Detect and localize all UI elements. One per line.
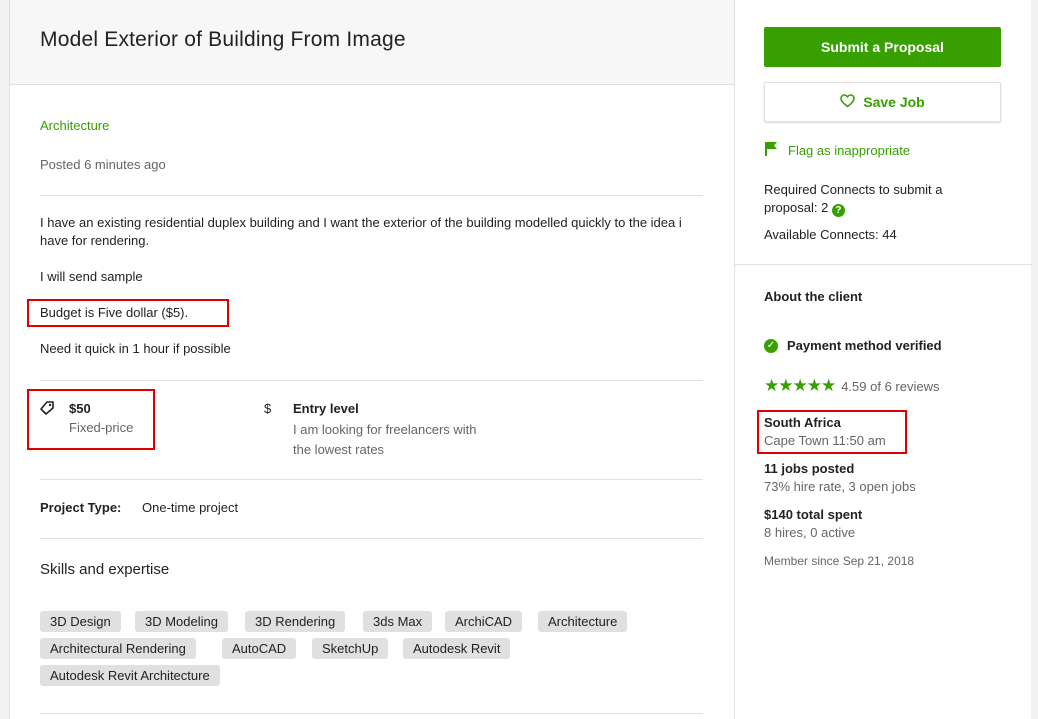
connects-required-text: Required Connects to submit a proposal: …	[764, 182, 943, 215]
heart-icon	[840, 93, 856, 111]
connects-required: Required Connects to submit a proposal: …	[764, 181, 979, 217]
divider	[40, 538, 703, 539]
client-member-since: Member since Sep 21, 2018	[764, 554, 915, 568]
payment-verified-label: Payment method verified	[787, 338, 942, 353]
highlight-box-location	[757, 410, 907, 454]
divider	[40, 479, 703, 480]
sidebar-divider	[735, 264, 1032, 265]
skill-tag[interactable]: AutoCAD	[222, 638, 297, 659]
job-header: Model Exterior of Building From Image	[10, 0, 734, 85]
job-sidebar: Submit a Proposal Save Job Flag as inapp…	[734, 0, 1032, 719]
job-category-link[interactable]: Architecture	[40, 118, 109, 133]
skill-tag[interactable]: 3D Design	[40, 611, 121, 632]
skill-tag[interactable]: ArchiCAD	[445, 611, 523, 632]
help-icon[interactable]: ?	[831, 204, 845, 217]
highlight-box-price	[27, 389, 155, 450]
skill-tag[interactable]: 3D Rendering	[245, 611, 346, 632]
rating-stars-icon: ★★★★★	[764, 376, 836, 395]
client-hire-rate: 73% hire rate, 3 open jobs	[764, 479, 916, 494]
client-hires: 8 hires, 0 active	[764, 525, 856, 540]
divider	[40, 380, 703, 381]
client-total-spent: $140 total spent	[764, 507, 863, 522]
job-details-page: Model Exterior of Building From Image Ar…	[9, 0, 1032, 719]
payment-verified: ✓ Payment method verified	[764, 338, 942, 353]
description-paragraph-4: Need it quick in 1 hour if possible	[40, 341, 231, 356]
flag-icon	[764, 141, 778, 159]
project-type-value: One-time project	[142, 500, 239, 515]
skill-tag[interactable]: 3D Modeling	[135, 611, 228, 632]
divider	[40, 195, 703, 196]
skill-tag[interactable]: SketchUp	[312, 638, 389, 659]
highlight-box-budget	[27, 299, 229, 327]
save-job-button[interactable]: Save Job	[764, 82, 1001, 122]
about-client-heading: About the client	[764, 289, 863, 304]
client-jobs-posted: 11 jobs posted	[764, 461, 855, 476]
skill-tag[interactable]: Autodesk Revit Architecture	[40, 665, 220, 686]
dollar-icon: $	[264, 401, 272, 416]
save-job-label: Save Job	[863, 94, 925, 110]
project-type-label: Project Type:	[40, 500, 122, 515]
job-main-panel: Model Exterior of Building From Image Ar…	[10, 0, 734, 719]
rating-text: 4.59 of 6 reviews	[841, 378, 940, 394]
client-rating: ★★★★★ 4.59 of 6 reviews	[764, 376, 939, 396]
connects-available: Available Connects: 44	[764, 227, 897, 242]
skill-tag[interactable]: Autodesk Revit	[403, 638, 511, 659]
flag-label: Flag as inappropriate	[788, 142, 911, 158]
skill-tag[interactable]: 3ds Max	[363, 611, 433, 632]
flag-inappropriate-link[interactable]: Flag as inappropriate	[764, 141, 910, 159]
page-title: Model Exterior of Building From Image	[40, 28, 406, 51]
verified-check-icon: ✓	[764, 338, 778, 353]
skills-heading: Skills and expertise	[40, 561, 170, 578]
skill-tag[interactable]: Architectural Rendering	[40, 638, 196, 659]
experience-level-description: I am looking for freelancers with the lo…	[293, 422, 477, 457]
description-paragraph-1: I have an existing residential duplex bu…	[40, 215, 682, 248]
posted-time: Posted 6 minutes ago	[40, 157, 166, 172]
divider	[40, 713, 703, 714]
submit-proposal-button[interactable]: Submit a Proposal	[764, 27, 1001, 67]
skill-tag[interactable]: Architecture	[538, 611, 628, 632]
description-paragraph-2: I will send sample	[40, 269, 143, 284]
experience-level: Entry level	[293, 401, 359, 416]
